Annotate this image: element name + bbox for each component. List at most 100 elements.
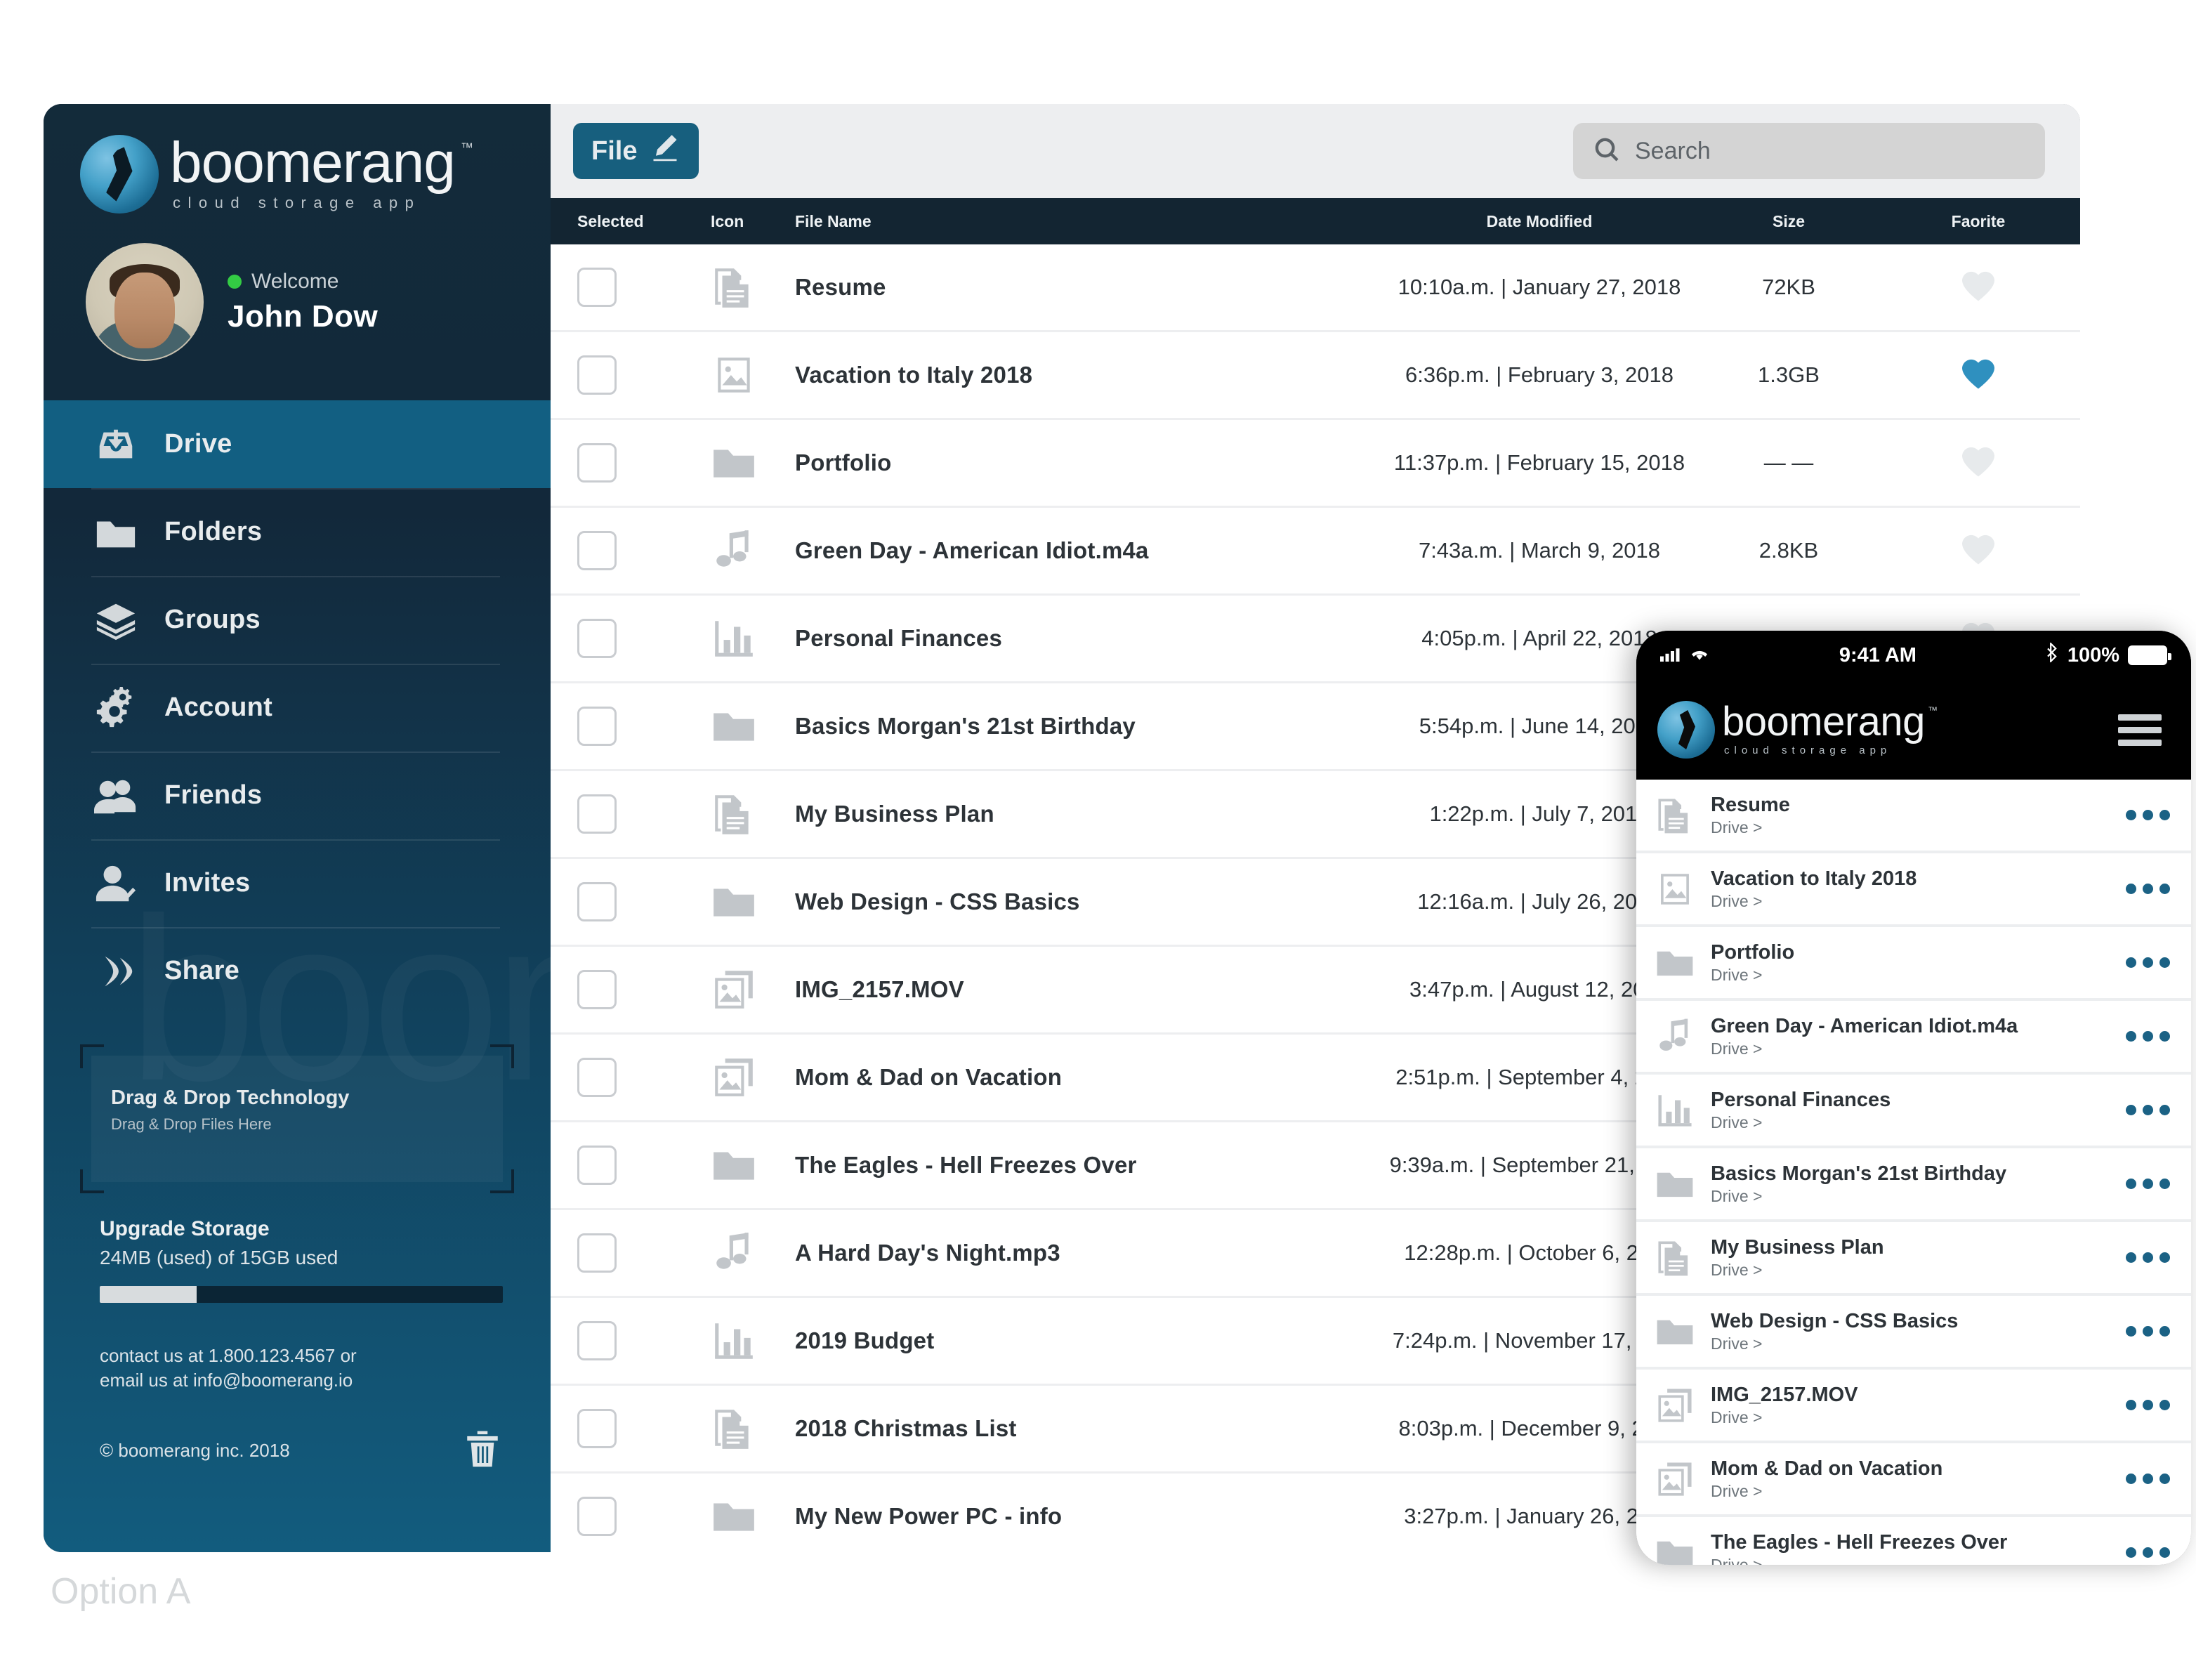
more-options-icon[interactable] xyxy=(2115,1252,2170,1263)
sidebar-item-label: Invites xyxy=(164,868,251,898)
wifi-icon xyxy=(1690,644,1709,667)
sidebar-item-share[interactable]: Share xyxy=(44,927,551,1015)
favorite-heart-icon[interactable] xyxy=(1961,533,1996,569)
file-size: — — xyxy=(1763,450,1814,475)
list-item[interactable]: Web Design - CSS Basics Drive > xyxy=(1636,1296,2191,1370)
file-name: Vacation to Italy 2018 xyxy=(795,362,1033,388)
images-icon xyxy=(711,1054,757,1101)
favorite-heart-icon[interactable] xyxy=(1961,270,1996,306)
boomerang-logo-icon xyxy=(80,135,159,214)
list-item-path: Drive > xyxy=(1711,965,1763,984)
list-item[interactable]: Resume Drive > xyxy=(1636,780,2191,853)
row-checkbox[interactable] xyxy=(577,355,617,395)
file-date: 6:36p.m. | February 3, 2018 xyxy=(1405,362,1674,387)
user-profile[interactable]: Welcome John Dow xyxy=(44,214,551,361)
list-item-path: Drive > xyxy=(1711,1186,1763,1205)
row-checkbox[interactable] xyxy=(577,1321,617,1360)
list-item[interactable]: Vacation to Italy 2018 Drive > xyxy=(1636,853,2191,927)
column-header-favorite[interactable]: Faorite xyxy=(1876,212,2080,231)
images-icon xyxy=(1655,1385,1695,1426)
trademark-symbol: ™ xyxy=(460,140,473,155)
share-waves-icon xyxy=(91,950,140,993)
list-item-path: Drive > xyxy=(1711,1039,1763,1058)
sidebar-item-drive[interactable]: Drive xyxy=(44,400,551,488)
storage-widget[interactable]: Upgrade Storage 24MB (used) of 15GB used xyxy=(100,1217,503,1303)
file-name: Green Day - American Idiot.m4a xyxy=(795,537,1149,563)
list-item[interactable]: Green Day - American Idiot.m4a Drive > xyxy=(1636,1001,2191,1075)
bluetooth-icon xyxy=(2046,641,2059,668)
more-options-icon[interactable] xyxy=(2115,1031,2170,1042)
list-item[interactable]: IMG_2157.MOV Drive > xyxy=(1636,1370,2191,1443)
sidebar-item-invites[interactable]: Invites xyxy=(44,839,551,927)
file-name: Personal Finances xyxy=(795,625,1003,651)
more-options-icon[interactable] xyxy=(2115,1105,2170,1115)
more-options-icon[interactable] xyxy=(2115,1400,2170,1410)
sidebar-item-folders[interactable]: Folders xyxy=(44,488,551,576)
list-item[interactable]: Basics Morgan's 21st Birthday Drive > xyxy=(1636,1148,2191,1222)
row-checkbox[interactable] xyxy=(577,1146,617,1185)
row-checkbox[interactable] xyxy=(577,882,617,921)
row-checkbox[interactable] xyxy=(577,1233,617,1273)
more-options-icon[interactable] xyxy=(2115,884,2170,894)
folder-icon xyxy=(1655,1311,1695,1352)
list-item[interactable]: The Eagles - Hell Freezes Over Drive > xyxy=(1636,1517,2191,1565)
sidebar-item-friends[interactable]: Friends xyxy=(44,752,551,839)
table-row[interactable]: Green Day - American Idiot.m4a 7:43a.m. |… xyxy=(551,508,2080,596)
table-row[interactable]: Vacation to Italy 2018 6:36p.m. | Februar… xyxy=(551,332,2080,420)
more-options-icon[interactable] xyxy=(2115,1179,2170,1189)
list-item[interactable]: Personal Finances Drive > xyxy=(1636,1075,2191,1148)
column-header-size[interactable]: Size xyxy=(1701,212,1876,231)
sidebar-item-groups[interactable]: Groups xyxy=(44,576,551,664)
trash-icon[interactable] xyxy=(462,1426,503,1475)
layers-icon xyxy=(91,598,140,642)
phone-brand-wordmark: boomerang xyxy=(1722,699,1925,745)
hamburger-menu-icon[interactable] xyxy=(2114,710,2166,750)
table-row[interactable]: Portfolio 11:37p.m. | February 15, 2018 — … xyxy=(551,420,2080,508)
more-options-icon[interactable] xyxy=(2115,1326,2170,1337)
list-item[interactable]: Portfolio Drive > xyxy=(1636,927,2191,1001)
row-checkbox[interactable] xyxy=(577,707,617,746)
file-name: Portfolio xyxy=(795,449,892,475)
file-date: 3:27p.m. | January 26, 2019 xyxy=(1404,1504,1675,1528)
file-name: My New Power PC - info xyxy=(795,1503,1063,1529)
file-name: 2018 Christmas List xyxy=(795,1415,1017,1441)
search-input[interactable] xyxy=(1635,137,2025,165)
row-checkbox[interactable] xyxy=(577,970,617,1009)
more-options-icon[interactable] xyxy=(2115,957,2170,968)
row-checkbox[interactable] xyxy=(577,531,617,570)
column-header-filename[interactable]: File Name xyxy=(795,212,1378,231)
favorite-heart-icon[interactable] xyxy=(1961,445,1996,481)
search-box[interactable] xyxy=(1573,123,2045,179)
row-checkbox[interactable] xyxy=(577,794,617,834)
drag-drop-zone[interactable]: Drag & Drop Technology Drag & Drop Files… xyxy=(80,1044,514,1193)
row-checkbox[interactable] xyxy=(577,1058,617,1097)
sidebar-item-label: Drive xyxy=(164,429,232,459)
storage-usage-text: 24MB (used) of 15GB used xyxy=(100,1247,338,1268)
row-checkbox[interactable] xyxy=(577,443,617,483)
user-name: John Dow xyxy=(228,299,379,334)
table-row[interactable]: Resume 10:10a.m. | January 27, 2018 72KB xyxy=(551,244,2080,332)
file-name: IMG_2157.MOV xyxy=(795,976,964,1002)
inbox-download-icon xyxy=(91,423,140,466)
more-options-icon[interactable] xyxy=(2115,810,2170,820)
favorite-heart-icon[interactable] xyxy=(1961,357,1996,393)
row-checkbox[interactable] xyxy=(577,1409,617,1448)
sidebar-item-label: Groups xyxy=(164,605,261,634)
column-header-selected[interactable]: Selected xyxy=(551,212,711,231)
more-options-icon[interactable] xyxy=(2115,1474,2170,1484)
more-options-icon[interactable] xyxy=(2115,1547,2170,1558)
list-item-name: IMG_2157.MOV xyxy=(1711,1383,1858,1406)
row-checkbox[interactable] xyxy=(577,1497,617,1536)
column-header-icon[interactable]: Icon xyxy=(711,212,795,231)
row-checkbox[interactable] xyxy=(577,619,617,658)
file-button[interactable]: File xyxy=(573,123,699,179)
sidebar-item-account[interactable]: Account xyxy=(44,664,551,752)
row-checkbox[interactable] xyxy=(577,268,617,307)
column-header-date[interactable]: Date Modified xyxy=(1378,212,1701,231)
file-date: 4:05p.m. | April 22, 2018 xyxy=(1421,626,1657,650)
list-item[interactable]: Mom & Dad on Vacation Drive > xyxy=(1636,1443,2191,1517)
images-icon xyxy=(711,966,757,1013)
file-name: Mom & Dad on Vacation xyxy=(795,1064,1063,1090)
search-icon xyxy=(1593,136,1621,167)
list-item[interactable]: My Business Plan Drive > xyxy=(1636,1222,2191,1296)
